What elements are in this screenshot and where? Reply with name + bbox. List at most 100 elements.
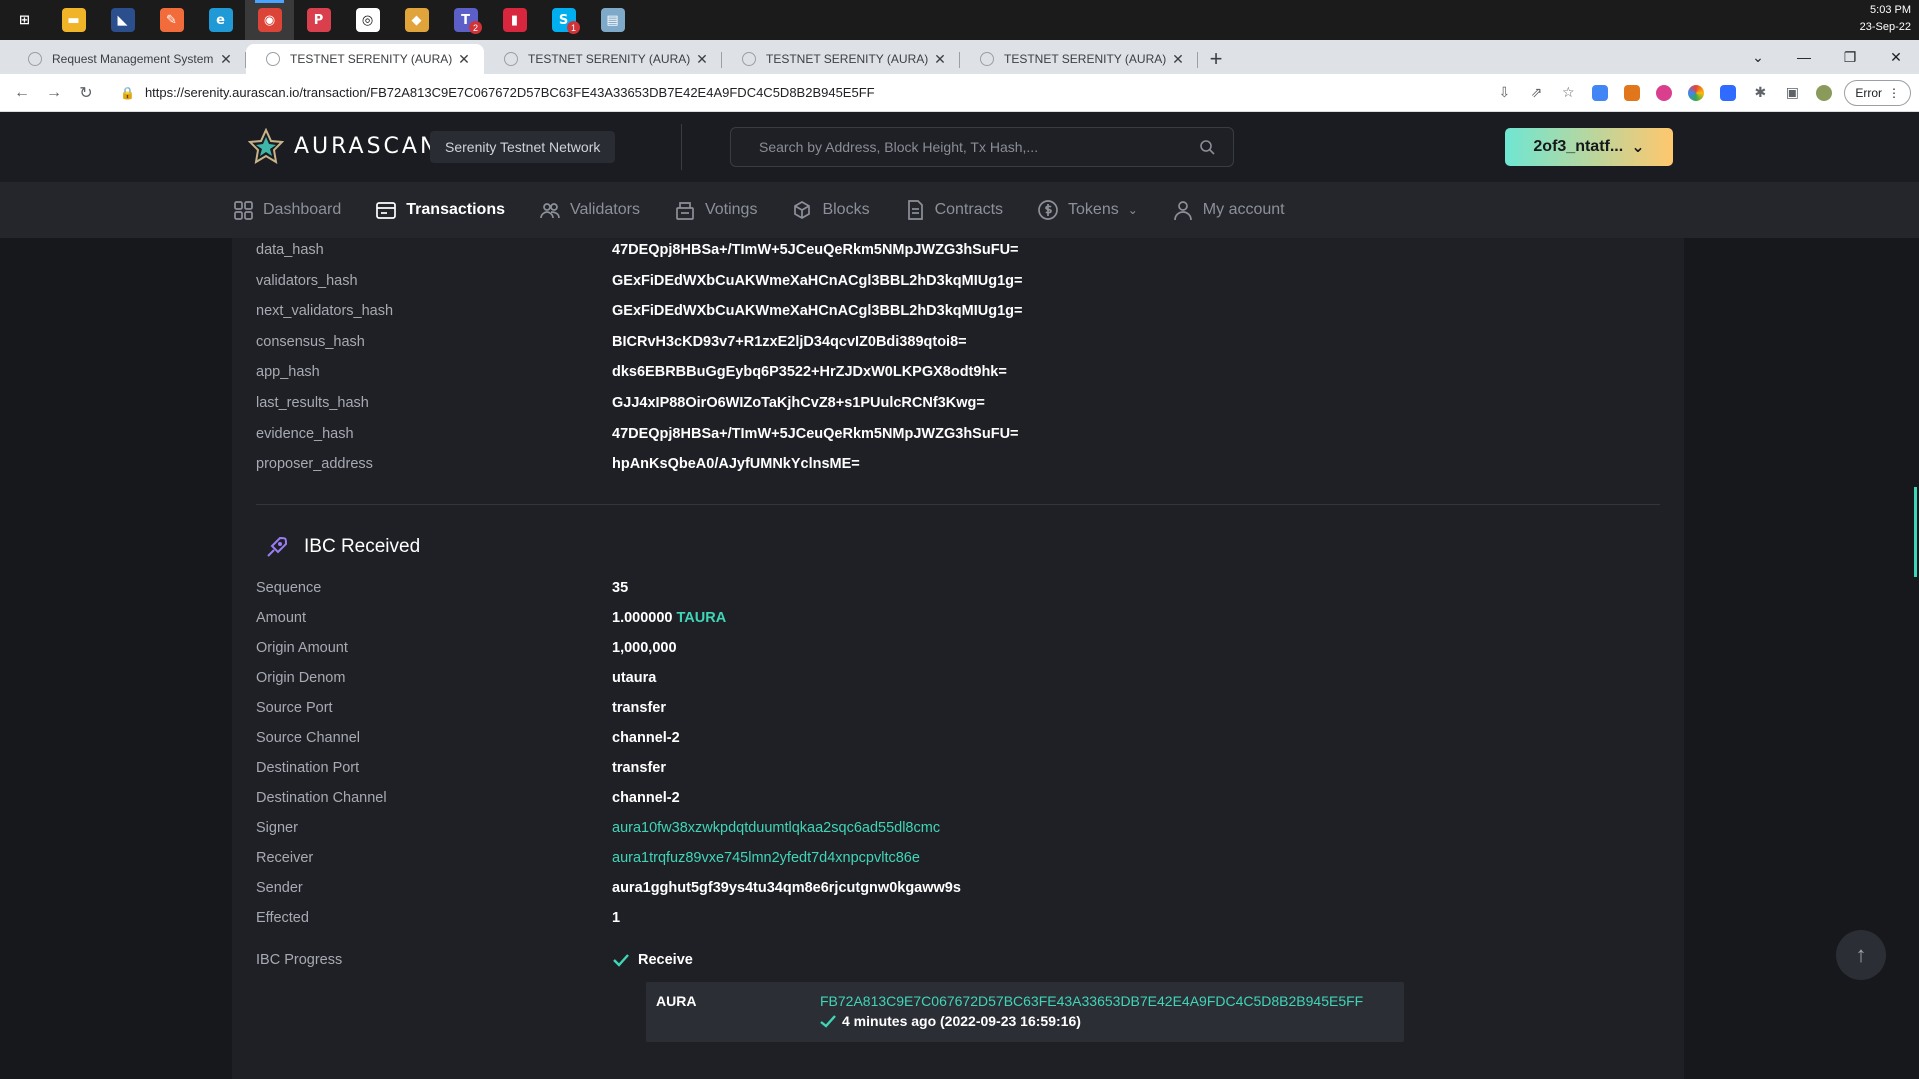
nav-item-votings[interactable]: Votings	[674, 199, 757, 221]
teams-icon[interactable]: T2	[441, 0, 490, 40]
browser-tab[interactable]: Request Management System ✕	[8, 44, 246, 74]
browser-tab[interactable]: TESTNET SERENITY (AURA) Block✕	[484, 44, 722, 74]
app-blue-icon[interactable]: ◣	[98, 0, 147, 40]
share-icon[interactable]: ⇗	[1520, 80, 1552, 106]
reload-button[interactable]: ↻	[70, 83, 102, 103]
scrollbar-thumb[interactable]	[1914, 487, 1917, 577]
signer-address-link[interactable]: aura10fw38xzwkpdqtduumtlqkaa2sqc6ad55dl8…	[612, 820, 940, 836]
minimize-button[interactable]: —	[1781, 49, 1827, 65]
restore-button[interactable]: ❐	[1827, 49, 1873, 66]
transaction-detail-panel: data_hash 47DEQpj8HBSa+/TImW+5JCeuQeRkm5N…	[232, 238, 1684, 1079]
nav-item-dashboard[interactable]: Dashboard	[232, 199, 341, 221]
nav-item-my-account[interactable]: My account	[1172, 199, 1285, 221]
browser-tab[interactable]: TESTNET SERENITY (AURA) Block✕	[960, 44, 1198, 74]
system-clock[interactable]: 5:03 PM 23-Sep-22	[1860, 2, 1911, 36]
aurascan-logo[interactable]: AURASCAN	[248, 128, 439, 164]
notification-badge: 1	[567, 21, 580, 34]
install-icon[interactable]: ⇩	[1488, 80, 1520, 106]
postman-icon[interactable]: ✎	[147, 0, 196, 40]
search-icon[interactable]	[1199, 139, 1215, 155]
edge-icon[interactable]: e	[196, 0, 245, 40]
close-tab-icon[interactable]: ✕	[456, 51, 472, 68]
field-label: next_validators_hash	[256, 303, 394, 320]
error-label: Error	[1855, 85, 1882, 100]
bookmark-star-icon[interactable]: ☆	[1552, 80, 1584, 106]
browser-tab[interactable]: TESTNET SERENITY (AURA) Block✕	[722, 44, 960, 74]
tab-title: TESTNET SERENITY (AURA) Block	[766, 52, 932, 66]
field-label: Destination Channel	[256, 790, 387, 806]
tab-title: TESTNET SERENITY (AURA) Block	[1004, 52, 1170, 66]
file-explorer-icon[interactable]: ▬	[49, 0, 98, 40]
field-label: Amount	[256, 610, 306, 626]
destination-port-value: transfer	[612, 760, 666, 776]
votings-icon	[676, 202, 694, 220]
side-panel-icon[interactable]: ▣	[1776, 80, 1808, 106]
field-label: Sender	[256, 880, 303, 896]
extensions-puzzle-icon[interactable]: ✱	[1744, 80, 1776, 106]
back-button[interactable]: ←	[6, 84, 38, 102]
nav-item-label: Transactions	[406, 201, 505, 218]
progress-chain-name: AURA	[656, 993, 697, 1009]
wallet-label: 2of3_ntatf...	[1533, 138, 1624, 155]
notes-icon[interactable]: ▤	[588, 0, 637, 40]
git-icon[interactable]: ◆	[392, 0, 441, 40]
nav-item-validators[interactable]: Validators	[539, 199, 640, 221]
url-input[interactable]: 🔒 https://serenity.aurascan.io/transacti…	[110, 77, 1481, 108]
close-tab-icon[interactable]: ✕	[1170, 51, 1186, 68]
tab-favicon-icon	[266, 52, 280, 66]
edge-icon-glyph: e	[208, 8, 233, 32]
ibc-row-destination-channel: Destination Channel channel-2	[256, 790, 680, 806]
close-window-button[interactable]: ✕	[1873, 49, 1919, 66]
skype-icon[interactable]: S1	[539, 0, 588, 40]
chrome-icon[interactable]: ◉	[245, 0, 294, 40]
translate-extension-icon[interactable]	[1584, 80, 1616, 106]
nav-item-blocks[interactable]: Blocks	[791, 199, 870, 221]
search-input[interactable]: Search by Address, Block Height, Tx Hash…	[730, 127, 1234, 167]
pdf-app-icon[interactable]: P	[294, 0, 343, 40]
app-bars-icon[interactable]: ▮	[490, 0, 539, 40]
new-tab-button[interactable]: +	[1198, 44, 1234, 74]
arrow-up-icon: ↑	[1855, 942, 1867, 967]
color-extension-icon[interactable]	[1680, 80, 1712, 106]
field-label: IBC Progress	[256, 952, 343, 968]
app-bars-icon-glyph: ▮	[502, 8, 527, 32]
aurascan-logo-icon	[248, 128, 284, 164]
block-header-row: next_validators_hash GExFiDEdWXbCuAKWmeXa…	[256, 303, 1022, 319]
validators-icon	[540, 203, 560, 219]
github-icon[interactable]: ◎	[343, 0, 392, 40]
close-tab-icon[interactable]: ✕	[932, 51, 948, 68]
ibc-row-signer: Signer aura10fw38xzwkpdqtduumtlqkaa2sqc6a…	[256, 820, 940, 836]
scroll-to-top-button[interactable]: ↑	[1836, 930, 1886, 980]
metamask-extension-icon[interactable]	[1616, 80, 1648, 106]
network-badge[interactable]: Serenity Testnet Network	[430, 131, 616, 163]
postman-icon-glyph: ✎	[159, 8, 184, 32]
keplr-extension-icon[interactable]	[1712, 80, 1744, 106]
ibc-row-effected: Effected 1	[256, 910, 620, 926]
tab-favicon-icon	[28, 52, 42, 66]
close-tab-icon[interactable]: ✕	[218, 51, 234, 68]
error-button[interactable]: Error ⋮	[1844, 79, 1911, 106]
progress-tx-hash-link[interactable]: FB72A813C9E7C067672D57BC63FE43A33653DB7E…	[820, 993, 1363, 1009]
ibc-row-source-port: Source Port transfer	[256, 700, 666, 716]
header-divider	[681, 124, 682, 170]
lock-icon[interactable]: 🔒	[120, 86, 135, 100]
record-extension-icon[interactable]	[1648, 80, 1680, 106]
progress-status-label: Receive	[638, 952, 693, 968]
tab-search-icon[interactable]: ⌄	[1735, 49, 1781, 66]
receiver-address-link[interactable]: aura1trqfuz89vxe745lmn2yfedt7d4xnpcpvltc…	[612, 850, 920, 866]
nav-item-transactions[interactable]: Transactions	[375, 199, 505, 221]
windows-start-icon[interactable]: ⊞	[0, 0, 49, 40]
nav-item-tokens[interactable]: Tokens ⌄	[1037, 199, 1138, 221]
github-icon-glyph: ◎	[355, 8, 380, 32]
block-header-row: proposer_address hpAnKsQbeA0/AJyfUMNkYcln…	[256, 456, 860, 472]
profile-avatar[interactable]	[1808, 80, 1840, 106]
amount-denom: TAURA	[676, 610, 727, 626]
wallet-account-button[interactable]: 2of3_ntatf... ⌄	[1505, 128, 1673, 166]
chrome-icon-glyph: ◉	[257, 8, 282, 32]
browser-tab[interactable]: TESTNET SERENITY (AURA) Block✕	[246, 44, 484, 74]
forward-button[interactable]: →	[38, 84, 70, 102]
amount-value: 1.000000	[612, 610, 673, 626]
nav-item-contracts[interactable]: Contracts	[904, 199, 1003, 221]
field-label: data_hash	[256, 242, 324, 258]
close-tab-icon[interactable]: ✕	[694, 51, 710, 68]
